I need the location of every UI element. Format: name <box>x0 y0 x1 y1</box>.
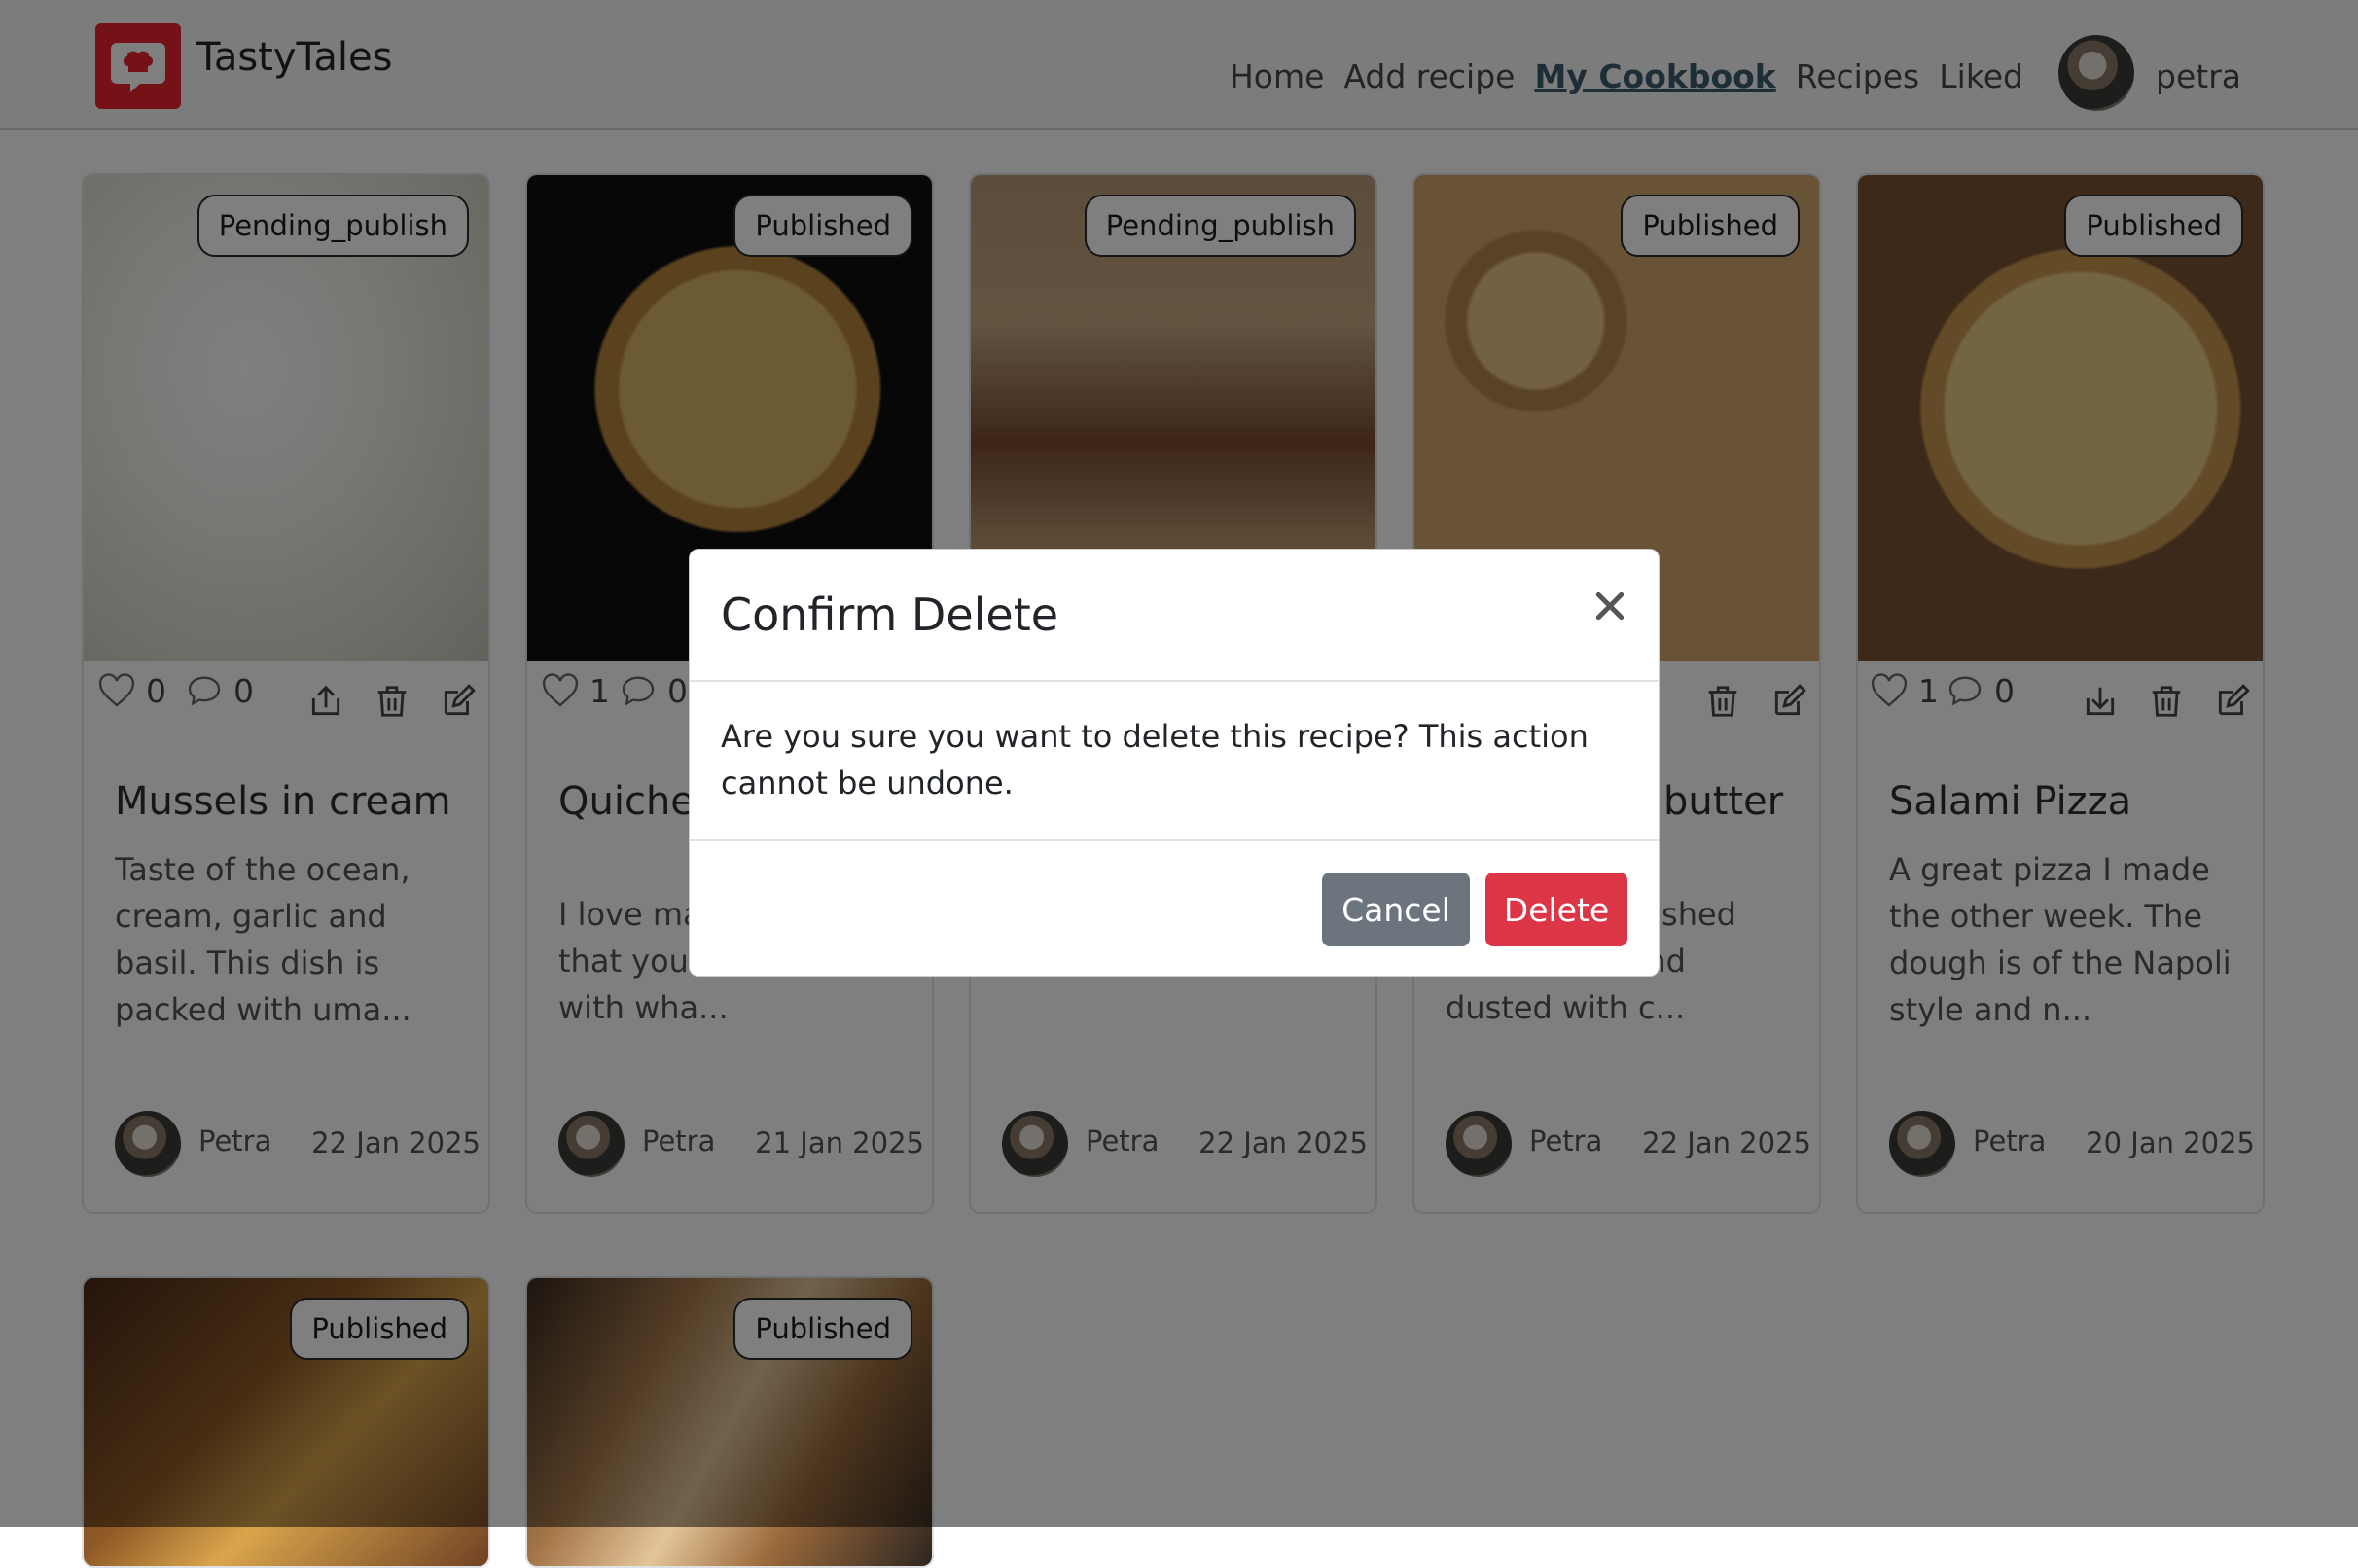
modal-header: Confirm Delete <box>690 550 1659 682</box>
modal-message: Are you sure you want to delete this rec… <box>721 718 1589 802</box>
confirm-delete-dialog: Confirm Delete Are you sure you want to … <box>689 549 1660 977</box>
modal-title: Confirm Delete <box>721 588 1059 641</box>
modal-footer: Cancel Delete <box>690 839 1659 978</box>
delete-button[interactable]: Delete <box>1485 873 1627 946</box>
close-icon[interactable] <box>1590 587 1629 625</box>
cancel-button[interactable]: Cancel <box>1322 873 1470 946</box>
